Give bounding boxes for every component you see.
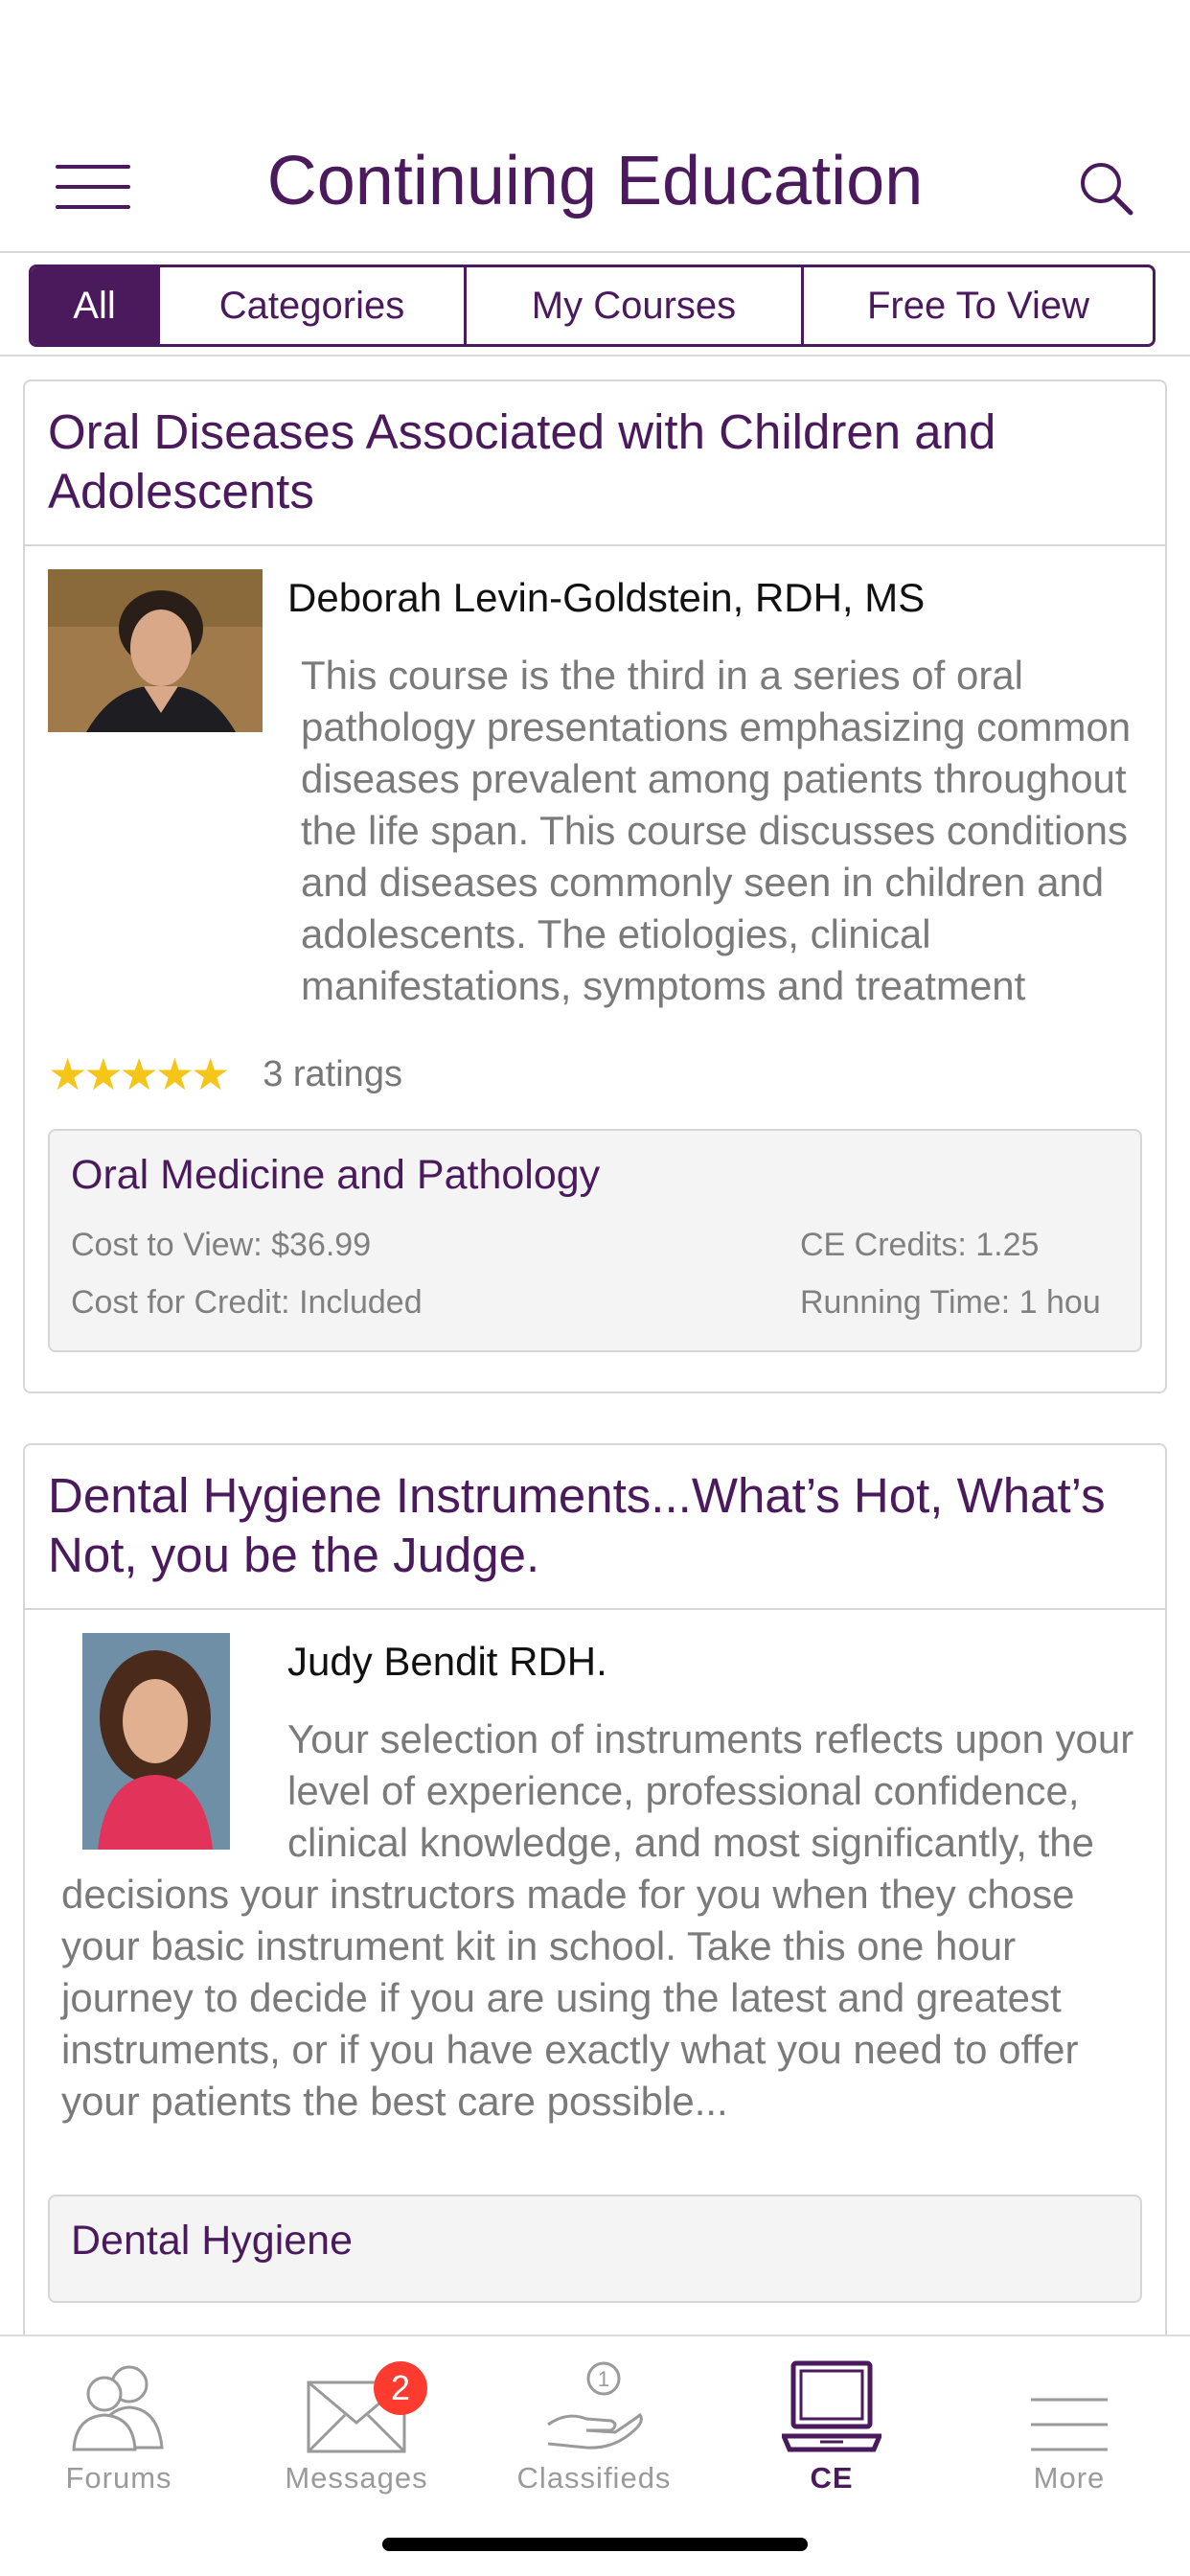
course-description: This course is the third in a series of …: [301, 653, 1132, 1008]
course-card[interactable]: Dental Hygiene Instruments...What’s Hot,…: [23, 1443, 1167, 2402]
home-indicator[interactable]: [382, 2538, 808, 2551]
people-icon: [72, 2365, 164, 2451]
nav-ce[interactable]: CE: [713, 2348, 950, 2496]
course-category[interactable]: Dental Hygiene: [71, 2218, 1121, 2265]
course-info-box: Oral Medicine and Pathology Cost to View…: [48, 1129, 1142, 1352]
header: Continuing Education: [0, 0, 1190, 253]
hand-coin-icon: 1: [547, 2361, 643, 2450]
ce-credits: CE Credits: 1.25: [800, 1227, 1040, 1263]
course-title[interactable]: Oral Diseases Associated with Children a…: [25, 381, 1165, 546]
nav-label: Messages: [285, 2461, 428, 2495]
rating-stars: ★★★★★: [48, 1049, 230, 1099]
tab-free-to-view[interactable]: Free To View: [801, 267, 1153, 344]
nav-label: Classifieds: [516, 2461, 672, 2495]
rating-row: ★★★★★ 3 ratings: [48, 1048, 1142, 1100]
nav-label: Forums: [65, 2461, 172, 2495]
author-photo: [48, 569, 263, 732]
unread-badge: 2: [374, 2361, 427, 2415]
tab-categories[interactable]: Categories: [157, 267, 464, 344]
nav-forums[interactable]: Forums: [0, 2348, 238, 2496]
author-photo: [48, 1633, 263, 1850]
course-title[interactable]: Dental Hygiene Instruments...What’s Hot,…: [25, 1445, 1165, 1610]
search-icon[interactable]: [1077, 159, 1134, 217]
nav-classifieds[interactable]: 1 Classifieds: [475, 2348, 713, 2496]
course-body: Deborah Levin-Goldstein, RDH, MS This co…: [25, 546, 1165, 1375]
tab-all[interactable]: All: [32, 267, 157, 344]
course-card[interactable]: Oral Diseases Associated with Children a…: [23, 380, 1167, 1393]
course-category[interactable]: Oral Medicine and Pathology: [71, 1152, 1121, 1199]
nav-more[interactable]: More: [950, 2348, 1188, 2496]
page-title: Continuing Education: [266, 143, 924, 219]
more-lines-icon: [1031, 2398, 1108, 2451]
cost-for-credit: Cost for Credit: Included: [71, 1284, 423, 1321]
nav-messages[interactable]: 2 Messages: [238, 2348, 475, 2496]
nav-label: CE: [810, 2461, 854, 2495]
rating-count: 3 ratings: [263, 1053, 402, 1094]
course-body: Judy Bendit RDH. Your selection of instr…: [25, 1610, 1165, 2326]
laptop-icon: [782, 2360, 881, 2452]
svg-text:1: 1: [598, 2367, 609, 2391]
running-time: Running Time: 1 hou: [800, 1284, 1101, 1321]
course-info-box: Dental Hygiene: [48, 2195, 1142, 2303]
cost-to-view: Cost to View: $36.99: [71, 1227, 372, 1263]
filter-tabs: All Categories My Courses Free To View: [29, 264, 1156, 347]
nav-label: More: [1033, 2461, 1106, 2495]
divider: [0, 355, 1190, 356]
tab-my-courses[interactable]: My Courses: [464, 267, 801, 344]
